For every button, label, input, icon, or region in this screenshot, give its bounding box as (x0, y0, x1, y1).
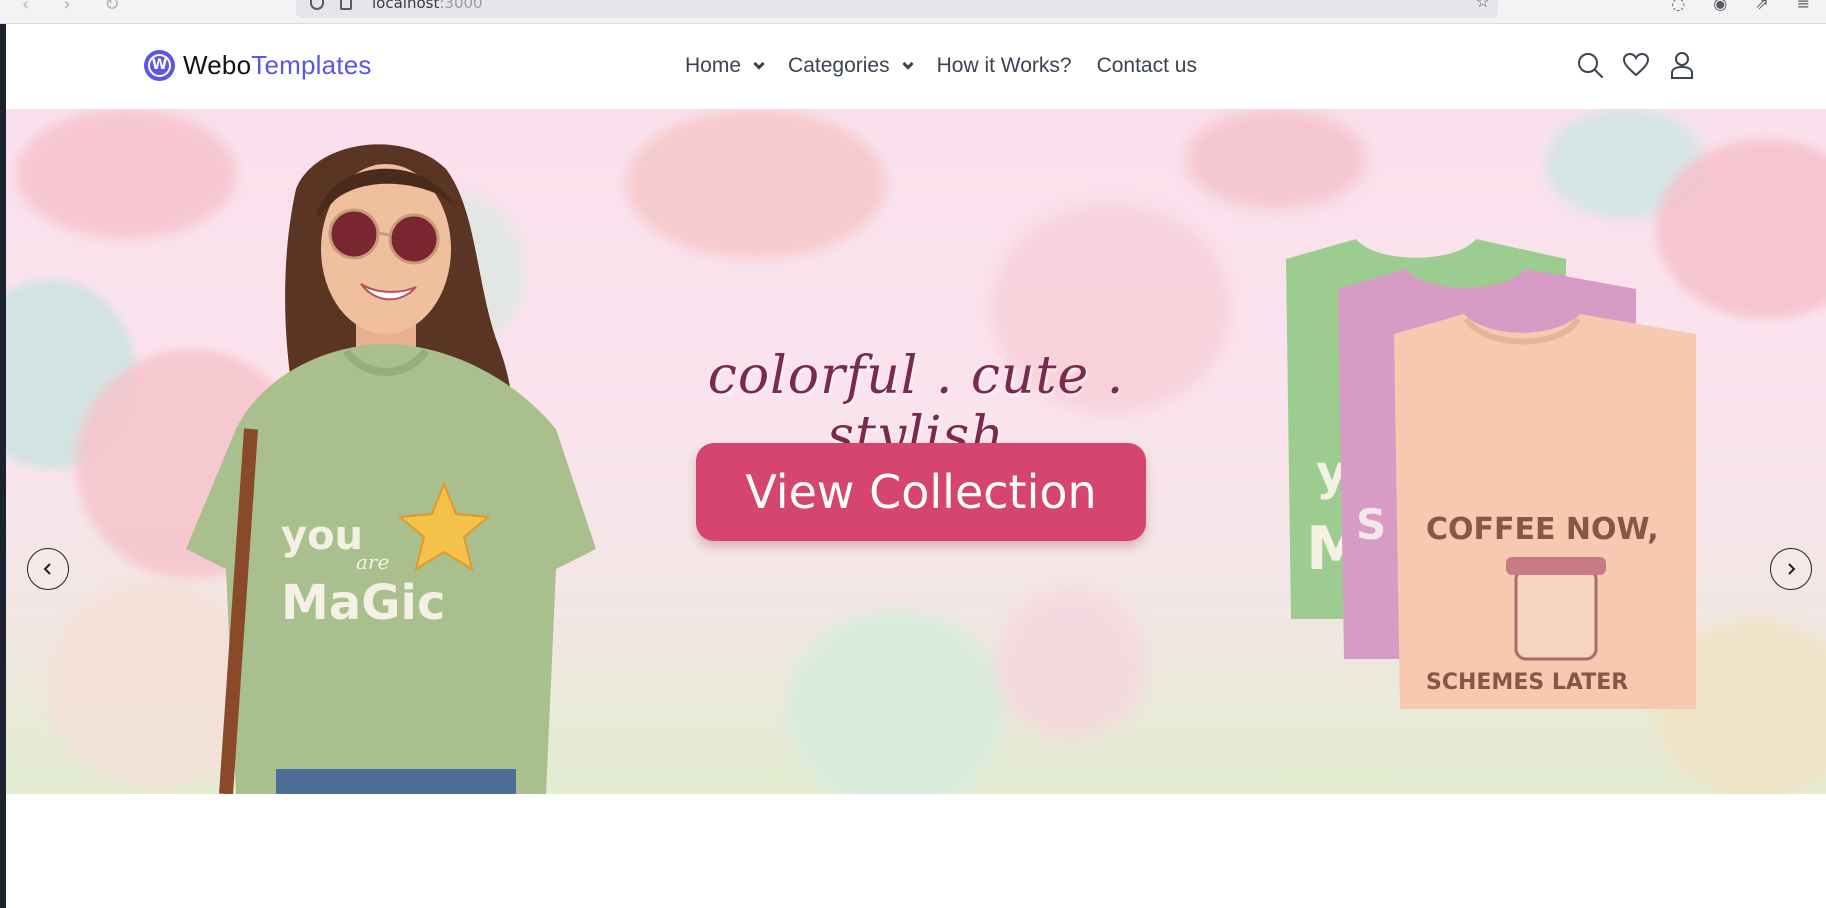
view-collection-button[interactable]: View Collection (696, 443, 1146, 541)
browser-back-icon[interactable]: ‹ (22, 0, 29, 15)
chevron-left-icon (43, 563, 51, 575)
tshirt-stack-image: y M S COFFEE NOW, SCHEMES LATER (1286, 239, 1696, 709)
svg-text:S: S (1356, 500, 1386, 549)
svg-text:SCHEMES LATER: SCHEMES LATER (1426, 670, 1628, 695)
hero-banner: you are MaGic y M S COFFEE NOW, SCHEMES … (6, 109, 1826, 794)
browser-right-icons: ◌ ◉ ⇗ ≡ (1671, 0, 1810, 13)
site-logo[interactable]: W WeboTemplates (144, 50, 372, 81)
nav-item-contact[interactable]: Contact us (1097, 54, 1197, 78)
chevron-down-icon (901, 57, 914, 70)
browser-nav-buttons: ‹ › ↻ (22, 0, 120, 15)
extension-icon[interactable]: ◌ (1671, 0, 1685, 13)
carousel-prev-button[interactable] (27, 548, 69, 590)
shield-icon (310, 0, 324, 10)
bookmark-icon[interactable]: ☆ (1476, 0, 1490, 12)
url-text: localhost:3000 (372, 0, 483, 12)
macaron-decor (786, 609, 1006, 794)
share-icon[interactable]: ⇗ (1755, 0, 1768, 13)
svg-text:you: you (281, 513, 363, 559)
macaron-decor (996, 589, 1146, 739)
address-bar[interactable]: localhost:3000 ☆ (296, 0, 1498, 18)
nav-item-categories[interactable]: Categories (788, 54, 914, 78)
page-icon (340, 0, 352, 10)
nav-item-how-it-works[interactable]: How it Works? (937, 54, 1072, 78)
browser-toolbar: ‹ › ↻ localhost:3000 ☆ ◌ ◉ ⇗ ≡ (0, 0, 1826, 24)
macaron-decor (1186, 109, 1366, 209)
logo-badge-icon: W (144, 50, 175, 81)
macaron-decor (626, 109, 886, 259)
menu-icon[interactable]: ≡ (1797, 0, 1810, 13)
browser-forward-icon[interactable]: › (63, 0, 70, 15)
logo-text: WeboTemplates (183, 50, 372, 80)
site-header: W WeboTemplates Home Categories How it W… (6, 24, 1826, 109)
nav-item-home[interactable]: Home (685, 54, 765, 78)
chevron-down-icon (753, 57, 765, 70)
svg-text:COFFEE NOW,: COFFEE NOW, (1426, 512, 1659, 547)
main-nav: Home Categories How it Works? Contact us (685, 54, 1197, 78)
user-icon[interactable] (1668, 51, 1696, 79)
svg-text:MaGic: MaGic (281, 575, 445, 631)
header-icon-group (1576, 51, 1696, 79)
model-image: you are MaGic (186, 144, 596, 794)
carousel-next-button[interactable] (1770, 548, 1812, 590)
browser-reload-icon[interactable]: ↻ (104, 0, 119, 15)
search-icon[interactable] (1576, 51, 1604, 79)
heart-icon[interactable] (1622, 51, 1650, 79)
page-content-area (6, 794, 1826, 908)
account-icon[interactable]: ◉ (1713, 0, 1727, 13)
chevron-right-icon (1788, 563, 1796, 575)
svg-text:are: are (356, 550, 389, 574)
